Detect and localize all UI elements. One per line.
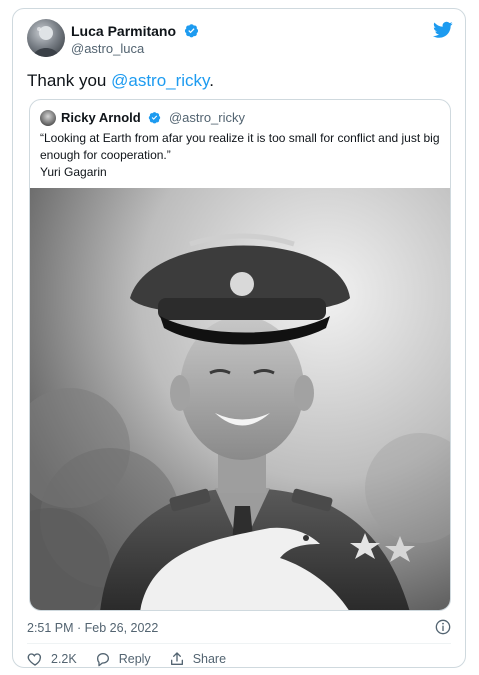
tweet-text: Thank you @astro_ricky.	[27, 71, 214, 91]
tweet-text-prefix: Thank you	[27, 71, 112, 90]
quoted-handle[interactable]: @astro_ricky	[169, 110, 245, 125]
tweet-card: Luca Parmitano @astro_luca Thank you @as…	[12, 8, 466, 668]
quoted-avatar[interactable]	[40, 110, 56, 126]
quoted-tweet[interactable]: Ricky Arnold @astro_ricky “Looking at Ea…	[29, 99, 451, 611]
twitter-bird-icon[interactable]	[433, 21, 453, 39]
verified-badge-icon	[184, 24, 198, 38]
share-icon	[170, 652, 183, 665]
author-handle[interactable]: @astro_luca	[71, 41, 144, 56]
reply-icon	[96, 653, 109, 667]
quoted-name[interactable]: Ricky Arnold	[61, 110, 141, 125]
share-button[interactable]: Share	[169, 651, 226, 667]
share-label: Share	[192, 652, 227, 666]
author-name[interactable]: Luca Parmitano	[71, 23, 199, 39]
author-avatar[interactable]	[27, 19, 65, 57]
quoted-text-line-1: “Looking at Earth from afar you realize …	[40, 131, 440, 162]
like-button[interactable]: 2.2K	[27, 651, 77, 667]
tweet-text-suffix: .	[209, 71, 215, 90]
reply-label: Reply	[118, 652, 151, 666]
quoted-author[interactable]: Ricky Arnold @astro_ricky	[61, 110, 245, 125]
like-count: 2.2K	[51, 652, 77, 666]
divider	[27, 643, 451, 644]
info-icon[interactable]	[435, 619, 451, 635]
mention-link[interactable]: @astro_ricky	[111, 71, 209, 90]
quoted-text: “Looking at Earth from afar you realize …	[40, 130, 440, 181]
verified-badge-icon	[149, 112, 161, 124]
reply-button[interactable]: Reply	[95, 651, 151, 667]
heart-icon	[27, 653, 42, 666]
tweet-timestamp[interactable]: 2:51 PM · Feb 26, 2022	[27, 621, 158, 635]
author-name-text[interactable]: Luca Parmitano	[71, 23, 176, 39]
quoted-text-line-2: Yuri Gagarin	[40, 165, 107, 179]
action-bar: 2.2K Reply Share	[27, 651, 244, 667]
quoted-photo[interactable]	[30, 188, 451, 611]
